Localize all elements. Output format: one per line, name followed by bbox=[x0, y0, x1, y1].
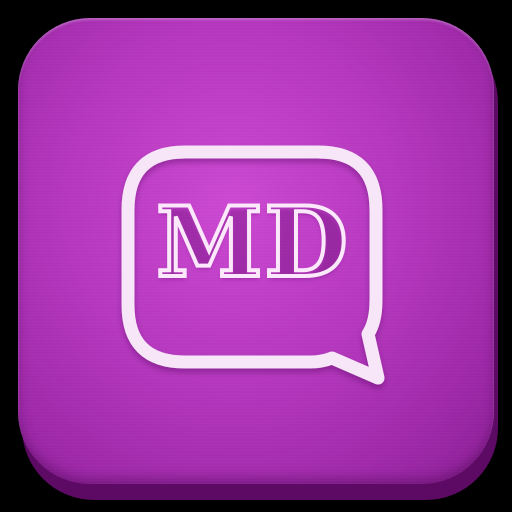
app-icon-canvas: MD bbox=[0, 0, 512, 512]
monogram-text: MD bbox=[154, 186, 350, 299]
